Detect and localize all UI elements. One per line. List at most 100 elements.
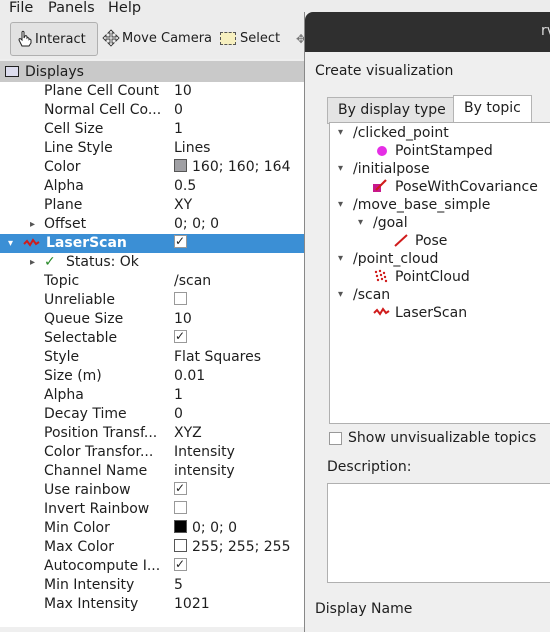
property-row[interactable]: Style Flat Squares [0, 348, 304, 367]
select-tool-button[interactable]: Select [220, 22, 280, 54]
menu-file[interactable]: File [9, 0, 33, 16]
property-row[interactable]: Normal Cell Co... 0 [0, 101, 304, 120]
interact-tool-button[interactable]: Interact [10, 22, 98, 56]
property-value[interactable] [174, 291, 187, 310]
move-camera-tool-button[interactable]: Move Camera [102, 22, 212, 54]
property-row[interactable]: Selectable [0, 327, 304, 348]
property-row[interactable]: Color 160; 160; 164 [0, 158, 304, 177]
property-value[interactable]: XYZ [174, 424, 202, 443]
property-value[interactable]: 1 [174, 120, 183, 139]
type-pose[interactable]: Pose [415, 232, 447, 250]
property-row[interactable]: Alpha 0.5 [0, 177, 304, 196]
property-value[interactable] [174, 555, 187, 576]
property-row[interactable]: Use rainbow [0, 479, 304, 500]
collapse-arrow-icon[interactable]: ▾ [338, 127, 343, 138]
property-value[interactable]: 0; 0; 0 [174, 519, 237, 538]
property-checkbox[interactable] [174, 292, 187, 305]
topic-clicked-point[interactable]: /clicked_point [353, 124, 449, 142]
topic-move-base-simple[interactable]: /move_base_simple [353, 196, 490, 214]
collapse-arrow-icon[interactable]: ▾ [338, 163, 343, 174]
menu-help[interactable]: Help [108, 0, 141, 16]
property-value-text: Intensity [174, 444, 235, 460]
property-value[interactable]: 5 [174, 576, 183, 595]
dialog-titlebar: rv [305, 12, 550, 52]
property-label: Max Intensity [44, 596, 139, 612]
property-value[interactable]: 255; 255; 255 [174, 538, 291, 557]
property-value[interactable] [174, 500, 187, 519]
topic-initialpose[interactable]: /initialpose [353, 160, 430, 178]
property-row[interactable]: Min Intensity 5 [0, 576, 304, 595]
color-swatch[interactable] [174, 520, 187, 533]
type-laserscan[interactable]: LaserScan [395, 304, 467, 322]
property-value[interactable]: Intensity [174, 443, 235, 462]
expand-arrow-icon[interactable]: ▸ [30, 253, 35, 272]
property-row[interactable]: Queue Size 10 [0, 310, 304, 329]
tab-by-display-type[interactable]: By display type [327, 97, 457, 124]
property-row[interactable]: Cell Size 1 [0, 120, 304, 139]
property-row[interactable]: Plane XY [0, 196, 304, 215]
property-row[interactable]: Color Transfor... Intensity [0, 443, 304, 462]
property-label: Min Color [44, 520, 110, 536]
laserscan-enabled-checkbox[interactable] [174, 232, 187, 251]
property-value[interactable] [174, 327, 187, 348]
property-checkbox[interactable] [174, 501, 187, 514]
property-value[interactable]: 1021 [174, 595, 210, 614]
property-row[interactable]: Decay Time 0 [0, 405, 304, 424]
topic-goal[interactable]: /goal [373, 214, 408, 232]
hand-pointer-icon [18, 30, 32, 47]
collapse-arrow-icon[interactable]: ▾ [338, 199, 343, 210]
property-checkbox[interactable] [174, 555, 187, 574]
property-value[interactable]: Flat Squares [174, 348, 261, 367]
status-row[interactable]: ▸ ✓ Status: Ok [0, 253, 304, 272]
property-value[interactable]: /scan [174, 272, 211, 291]
property-value[interactable]: 1 [174, 386, 183, 405]
laserscan-display-row[interactable]: ▾ LaserScan [0, 232, 304, 253]
property-row[interactable]: Unreliable [0, 291, 304, 310]
expand-arrow-icon[interactable]: ▸ [30, 215, 35, 234]
topic-scan[interactable]: /scan [353, 286, 390, 304]
property-value[interactable]: 0.5 [174, 177, 196, 196]
property-value[interactable]: 160; 160; 164 [174, 158, 291, 177]
property-row[interactable]: Max Color 255; 255; 255 [0, 538, 304, 557]
collapse-arrow-icon[interactable]: ▾ [338, 253, 343, 264]
collapse-arrow-icon[interactable]: ▾ [358, 217, 363, 228]
property-value[interactable]: 0 [174, 101, 183, 120]
property-value[interactable] [174, 479, 187, 500]
type-pointcloud[interactable]: PointCloud [395, 268, 470, 286]
displays-panel-header: Displays [0, 61, 310, 82]
property-checkbox[interactable] [174, 479, 187, 498]
property-value[interactable]: 0.01 [174, 367, 205, 386]
property-value[interactable]: 0 [174, 405, 183, 424]
menu-panels[interactable]: Panels [48, 0, 95, 16]
property-row[interactable]: Topic/scan [0, 272, 304, 291]
property-checkbox[interactable] [174, 327, 187, 346]
property-label: Alpha [44, 387, 84, 403]
property-row[interactable]: Size (m) 0.01 [0, 367, 304, 386]
property-row[interactable]: Max Intensity 1021 [0, 595, 304, 614]
show-unvisualizable-topics[interactable]: Show unvisualizable topics [329, 430, 536, 446]
property-row[interactable]: Position Transf... XYZ [0, 424, 304, 443]
color-swatch[interactable] [174, 539, 187, 552]
property-value[interactable]: 10 [174, 82, 192, 101]
property-row[interactable]: Channel Name intensity [0, 462, 304, 481]
color-swatch[interactable] [174, 159, 187, 172]
property-row[interactable]: Invert Rainbow [0, 500, 304, 519]
topic-point-cloud[interactable]: /point_cloud [353, 250, 438, 268]
type-pose-with-covariance[interactable]: PoseWithCovariance [395, 178, 538, 196]
property-label: Alpha [44, 178, 84, 194]
property-value[interactable]: XY [174, 196, 192, 215]
property-value[interactable]: Lines [174, 139, 210, 158]
property-row[interactable]: Plane Cell Count 10 [0, 82, 304, 101]
collapse-arrow-icon[interactable]: ▾ [8, 234, 13, 253]
property-label: Topic [44, 273, 80, 289]
tab-by-topic[interactable]: By topic [453, 95, 532, 125]
type-point-stamped[interactable]: PointStamped [395, 142, 493, 160]
property-row[interactable]: Alpha 1 [0, 386, 304, 405]
property-row[interactable]: Autocompute I... [0, 555, 304, 576]
show-unvisualizable-checkbox[interactable] [329, 431, 342, 445]
property-label: Position Transf... [44, 425, 158, 441]
property-row[interactable]: Line Style Lines [0, 139, 304, 158]
property-row[interactable]: Min Color 0; 0; 0 [0, 519, 304, 538]
collapse-arrow-icon[interactable]: ▾ [338, 289, 343, 300]
property-row[interactable]: Offset 0; 0; 0 ▸ [0, 215, 304, 234]
